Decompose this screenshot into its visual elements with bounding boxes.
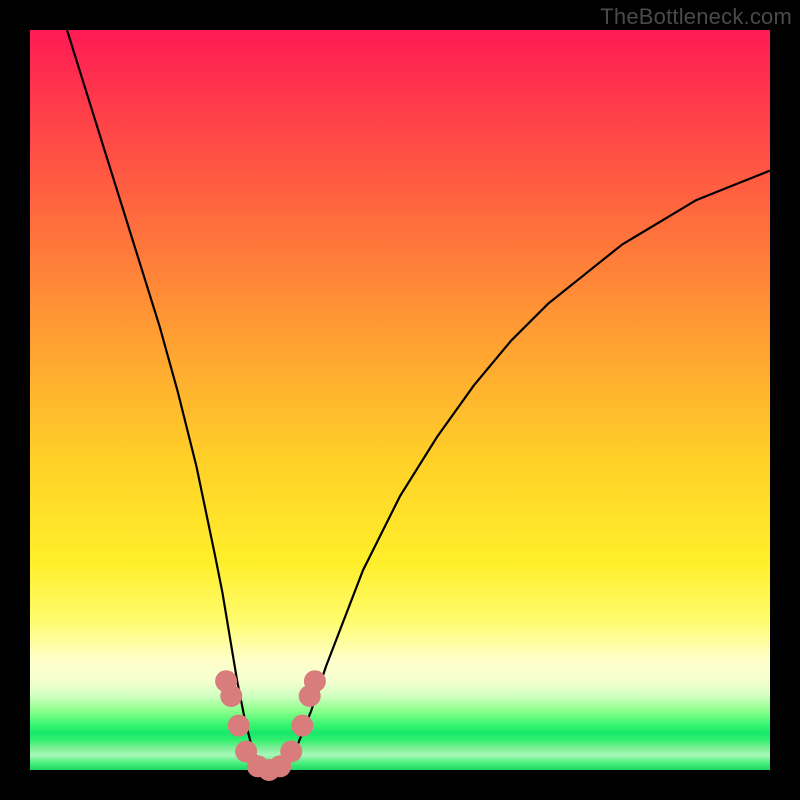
chart-frame: TheBottleneck.com <box>0 0 800 800</box>
bottleneck-curve <box>67 30 770 770</box>
valley-markers <box>215 670 326 781</box>
chart-svg <box>30 30 770 770</box>
watermark-text: TheBottleneck.com <box>600 4 792 30</box>
